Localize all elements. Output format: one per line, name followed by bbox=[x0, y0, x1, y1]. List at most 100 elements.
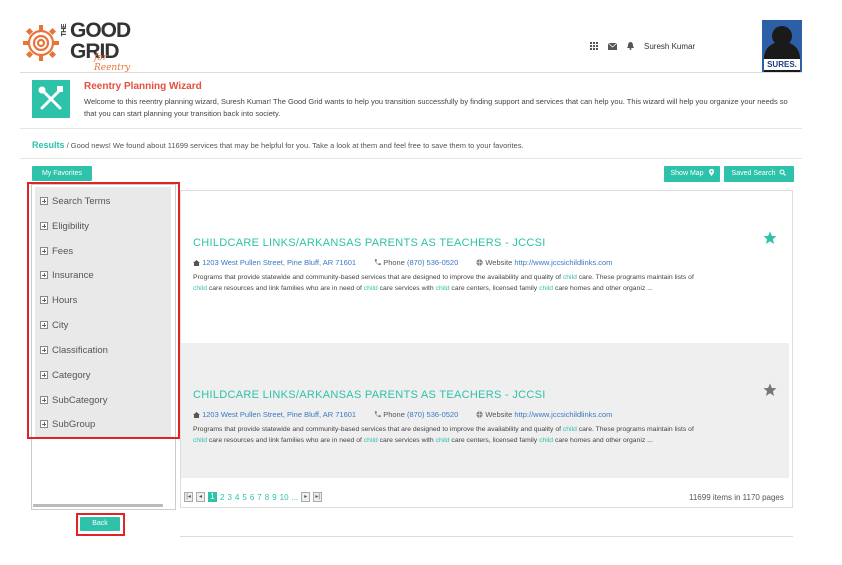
prev-page-button[interactable]: ◂ bbox=[196, 492, 205, 502]
desc-text: care centers, licensed family bbox=[449, 437, 540, 444]
website: Website http://www.jccsichildlinks.com bbox=[476, 410, 612, 419]
phone-link[interactable]: (870) 536-0520 bbox=[407, 410, 458, 419]
desc-highlight: child bbox=[562, 426, 577, 433]
logo-good: GOOD bbox=[70, 19, 131, 42]
desc-text: care resources and link families who are… bbox=[206, 437, 364, 444]
page-2-link[interactable]: 2 bbox=[220, 493, 224, 502]
desc-highlight: child bbox=[539, 437, 554, 444]
filter-scrollbar[interactable] bbox=[33, 504, 163, 507]
phone-label: Phone bbox=[383, 410, 405, 419]
header: THE GOOD GRID for Reentry Suresh Kumar S… bbox=[0, 0, 842, 73]
page-9-link[interactable]: 9 bbox=[272, 493, 276, 502]
desc-highlight: child bbox=[435, 437, 450, 444]
page-8-link[interactable]: 8 bbox=[265, 493, 269, 502]
desc-text: care resources and link families who are… bbox=[206, 285, 364, 292]
phone: Phone (870) 536-0520 bbox=[374, 410, 458, 419]
page-5-link[interactable]: 5 bbox=[242, 493, 246, 502]
service-title-link[interactable]: CHILDCARE LINKS/ARKANSAS PARENTS AS TEAC… bbox=[193, 389, 546, 401]
globe-icon bbox=[476, 410, 483, 418]
service-meta: 1203 West Pullen Street, Pine Bluff, AR … bbox=[193, 410, 612, 419]
desc-highlight: child bbox=[363, 285, 378, 292]
first-page-button[interactable]: |◂ bbox=[184, 492, 193, 502]
desc-text: care centers, licensed family bbox=[449, 285, 540, 292]
results-summary: Results / Good news! We found about 1169… bbox=[32, 140, 524, 150]
saved-search-button[interactable]: Saved Search bbox=[724, 166, 794, 182]
address-link[interactable]: 1203 West Pullen Street, Pine Bluff, AR … bbox=[202, 410, 356, 419]
results-label: Results bbox=[32, 140, 65, 150]
pager-summary: 11699 items in 1170 pages bbox=[689, 493, 784, 502]
address-link[interactable]: 1203 West Pullen Street, Pine Bluff, AR … bbox=[202, 258, 356, 267]
wizard-title: Reentry Planning Wizard bbox=[84, 81, 202, 92]
service-title-link[interactable]: CHILDCARE LINKS/ARKANSAS PARENTS AS TEAC… bbox=[193, 237, 546, 249]
desc-highlight: child bbox=[193, 437, 207, 444]
page-4-link[interactable]: 4 bbox=[235, 493, 239, 502]
website-link[interactable]: http://www.jccsichildlinks.com bbox=[514, 258, 612, 267]
show-map-button[interactable]: Show Map bbox=[664, 166, 720, 182]
address: 1203 West Pullen Street, Pine Bluff, AR … bbox=[193, 410, 356, 419]
phone-icon bbox=[374, 410, 382, 417]
desc-highlight: child bbox=[539, 285, 554, 292]
avatar-tag: SURES. bbox=[764, 59, 800, 70]
page-7-link[interactable]: 7 bbox=[257, 493, 261, 502]
website: Website http://www.jccsichildlinks.com bbox=[476, 258, 612, 267]
desc-text: care. These programs maintain lists of bbox=[576, 426, 694, 433]
highlight-box-filters bbox=[27, 182, 180, 439]
next-page-button[interactable]: ▸ bbox=[301, 492, 311, 502]
pagination: |◂ ◂ 1 2 3 4 5 6 7 8 9 10 ... ▸ ▸| bbox=[184, 492, 323, 502]
page-1-button[interactable]: 1 bbox=[208, 492, 217, 502]
wizard-tools-icon bbox=[32, 80, 70, 118]
phone-icon bbox=[374, 258, 382, 265]
map-marker-icon bbox=[708, 169, 714, 176]
apps-grid-icon[interactable] bbox=[590, 42, 598, 50]
desc-highlight: child bbox=[193, 285, 207, 292]
highlight-box-back bbox=[76, 513, 125, 536]
home-icon bbox=[193, 259, 200, 266]
desc-text: care services with bbox=[377, 285, 436, 292]
website-label: Website bbox=[485, 258, 513, 267]
envelope-icon[interactable] bbox=[608, 42, 617, 50]
desc-text: care. These programs maintain lists of bbox=[576, 274, 694, 281]
service-meta: 1203 West Pullen Street, Pine Bluff, AR … bbox=[193, 258, 612, 267]
phone-link[interactable]: (870) 536-0520 bbox=[407, 258, 458, 267]
result-card: CHILDCARE LINKS/ARKANSAS PARENTS AS TEAC… bbox=[181, 343, 789, 478]
header-toolbar: Suresh Kumar bbox=[590, 40, 695, 52]
desc-text: care homes and other organiz ... bbox=[553, 437, 653, 444]
more-pages-link[interactable]: ... bbox=[292, 493, 299, 502]
favorite-star-icon[interactable] bbox=[763, 383, 777, 397]
desc-text: Programs that provide statewide and comm… bbox=[193, 426, 563, 433]
page-6-link[interactable]: 6 bbox=[250, 493, 254, 502]
phone-label: Phone bbox=[383, 258, 405, 267]
my-favorites-button[interactable]: My Favorites bbox=[32, 166, 92, 181]
globe-icon bbox=[476, 258, 483, 266]
bell-icon[interactable] bbox=[627, 42, 634, 50]
divider bbox=[20, 158, 802, 159]
divider bbox=[20, 72, 802, 73]
divider bbox=[180, 536, 793, 537]
search-icon bbox=[779, 169, 787, 176]
desc-highlight: child bbox=[562, 274, 577, 281]
website-link[interactable]: http://www.jccsichildlinks.com bbox=[514, 410, 612, 419]
website-label: Website bbox=[485, 410, 513, 419]
desc-text: care homes and other organiz ... bbox=[553, 285, 653, 292]
avatar[interactable]: SURES. bbox=[762, 20, 802, 72]
page-3-link[interactable]: 3 bbox=[227, 493, 231, 502]
divider bbox=[20, 128, 802, 129]
good-grid-logo[interactable]: THE GOOD GRID for Reentry bbox=[22, 19, 134, 73]
service-description: Programs that provide statewide and comm… bbox=[193, 424, 713, 446]
desc-text: care services with bbox=[377, 437, 436, 444]
service-description: Programs that provide statewide and comm… bbox=[193, 272, 713, 294]
phone: Phone (870) 536-0520 bbox=[374, 258, 458, 267]
desc-highlight: child bbox=[435, 285, 450, 292]
saved-search-label: Saved Search bbox=[731, 170, 776, 177]
last-page-button[interactable]: ▸| bbox=[313, 492, 323, 502]
favorite-star-icon[interactable] bbox=[763, 231, 777, 245]
results-message: / Good news! We found about 11699 servic… bbox=[64, 141, 524, 150]
user-name-link[interactable]: Suresh Kumar bbox=[644, 42, 695, 51]
desc-highlight: child bbox=[363, 437, 378, 444]
show-map-label: Show Map bbox=[670, 170, 704, 177]
address: 1203 West Pullen Street, Pine Bluff, AR … bbox=[193, 258, 356, 267]
wizard-description: Welcome to this reentry planning wizard,… bbox=[84, 97, 788, 118]
page-10-link[interactable]: 10 bbox=[280, 493, 289, 502]
result-card: CHILDCARE LINKS/ARKANSAS PARENTS AS TEAC… bbox=[181, 191, 789, 341]
logo-the: THE bbox=[61, 24, 68, 37]
